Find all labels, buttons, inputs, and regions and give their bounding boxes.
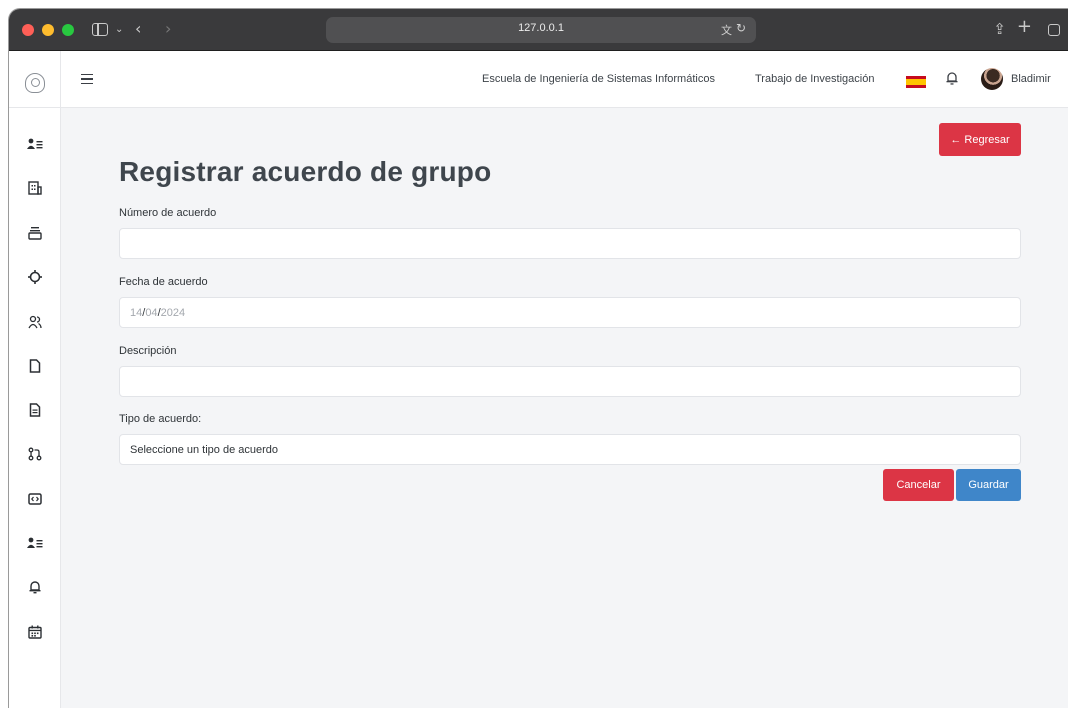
agreement-type-label: Tipo de acuerdo:: [119, 413, 202, 425]
layers-icon[interactable]: [23, 221, 47, 245]
research-link[interactable]: Trabajo de Investigación: [755, 73, 874, 85]
tabs-overview-icon[interactable]: [1048, 24, 1060, 36]
sidebar-divider: [9, 107, 61, 108]
user-list-icon[interactable]: [23, 132, 47, 156]
document-icon[interactable]: [23, 398, 47, 422]
save-button[interactable]: Guardar: [956, 469, 1021, 501]
date-day[interactable]: 14: [130, 307, 142, 319]
logo-icon[interactable]: [25, 73, 45, 93]
users-icon[interactable]: [23, 310, 47, 334]
back-icon[interactable]: ‹: [135, 19, 141, 39]
user-name[interactable]: Bladimir: [1011, 73, 1051, 85]
description-input[interactable]: [119, 366, 1021, 397]
school-link[interactable]: Escuela de Ingeniería de Sistemas Inform…: [482, 73, 715, 85]
minimize-window-button[interactable]: [42, 24, 54, 36]
building-icon[interactable]: [23, 176, 47, 200]
maximize-window-button[interactable]: [62, 24, 74, 36]
url-text: 127.0.0.1: [518, 22, 564, 34]
app-sidebar: [9, 51, 61, 708]
address-bar[interactable]: 127.0.0.1 文 ↻: [326, 17, 756, 43]
sidebar-toggle-icon[interactable]: [92, 23, 108, 36]
back-button[interactable]: ← Regresar: [939, 123, 1021, 156]
date-year[interactable]: 2024: [161, 307, 185, 319]
user-list-icon[interactable]: [23, 531, 47, 555]
forward-icon[interactable]: ›: [165, 19, 171, 39]
bell-icon[interactable]: [23, 575, 47, 599]
new-tab-icon[interactable]: +: [1017, 17, 1032, 37]
spain-flag-icon[interactable]: [906, 76, 926, 88]
agreement-number-input[interactable]: [119, 228, 1021, 259]
page-title: Registrar acuerdo de grupo: [119, 156, 492, 187]
notifications-bell-icon[interactable]: [945, 70, 959, 86]
description-label: Descripción: [119, 345, 177, 357]
file-icon[interactable]: [23, 354, 47, 378]
target-icon[interactable]: [23, 265, 47, 289]
code-icon[interactable]: [23, 487, 47, 511]
share-icon[interactable]: ⇪: [993, 19, 1006, 39]
chevron-down-icon[interactable]: ⌄: [115, 20, 123, 40]
calendar-icon[interactable]: [23, 620, 47, 644]
reload-icon[interactable]: ↻: [736, 21, 746, 35]
agreement-date-input[interactable]: 14/04/2024: [119, 297, 1021, 328]
agreement-type-select[interactable]: Seleccione un tipo de acuerdo: [119, 434, 1021, 465]
main-content: ← Regresar Registrar acuerdo de grupo Nú…: [61, 108, 1068, 708]
agreement-number-label: Número de acuerdo: [119, 207, 217, 219]
browser-titlebar: ⌄ ‹ › 127.0.0.1 文 ↻ ⇪ +: [9, 9, 1068, 51]
close-window-button[interactable]: [22, 24, 34, 36]
avatar[interactable]: [981, 68, 1003, 90]
hamburger-menu-icon[interactable]: [81, 74, 93, 84]
app-header: Escuela de Ingeniería de Sistemas Inform…: [61, 51, 1068, 108]
cancel-button[interactable]: Cancelar: [883, 469, 954, 501]
translate-icon[interactable]: 文: [721, 22, 732, 38]
git-pull-request-icon[interactable]: [23, 442, 47, 466]
agreement-date-label: Fecha de acuerdo: [119, 276, 208, 288]
browser-window: ⌄ ‹ › 127.0.0.1 文 ↻ ⇪ + Escuela de Ingen…: [8, 8, 1068, 708]
date-month[interactable]: 04: [145, 307, 157, 319]
